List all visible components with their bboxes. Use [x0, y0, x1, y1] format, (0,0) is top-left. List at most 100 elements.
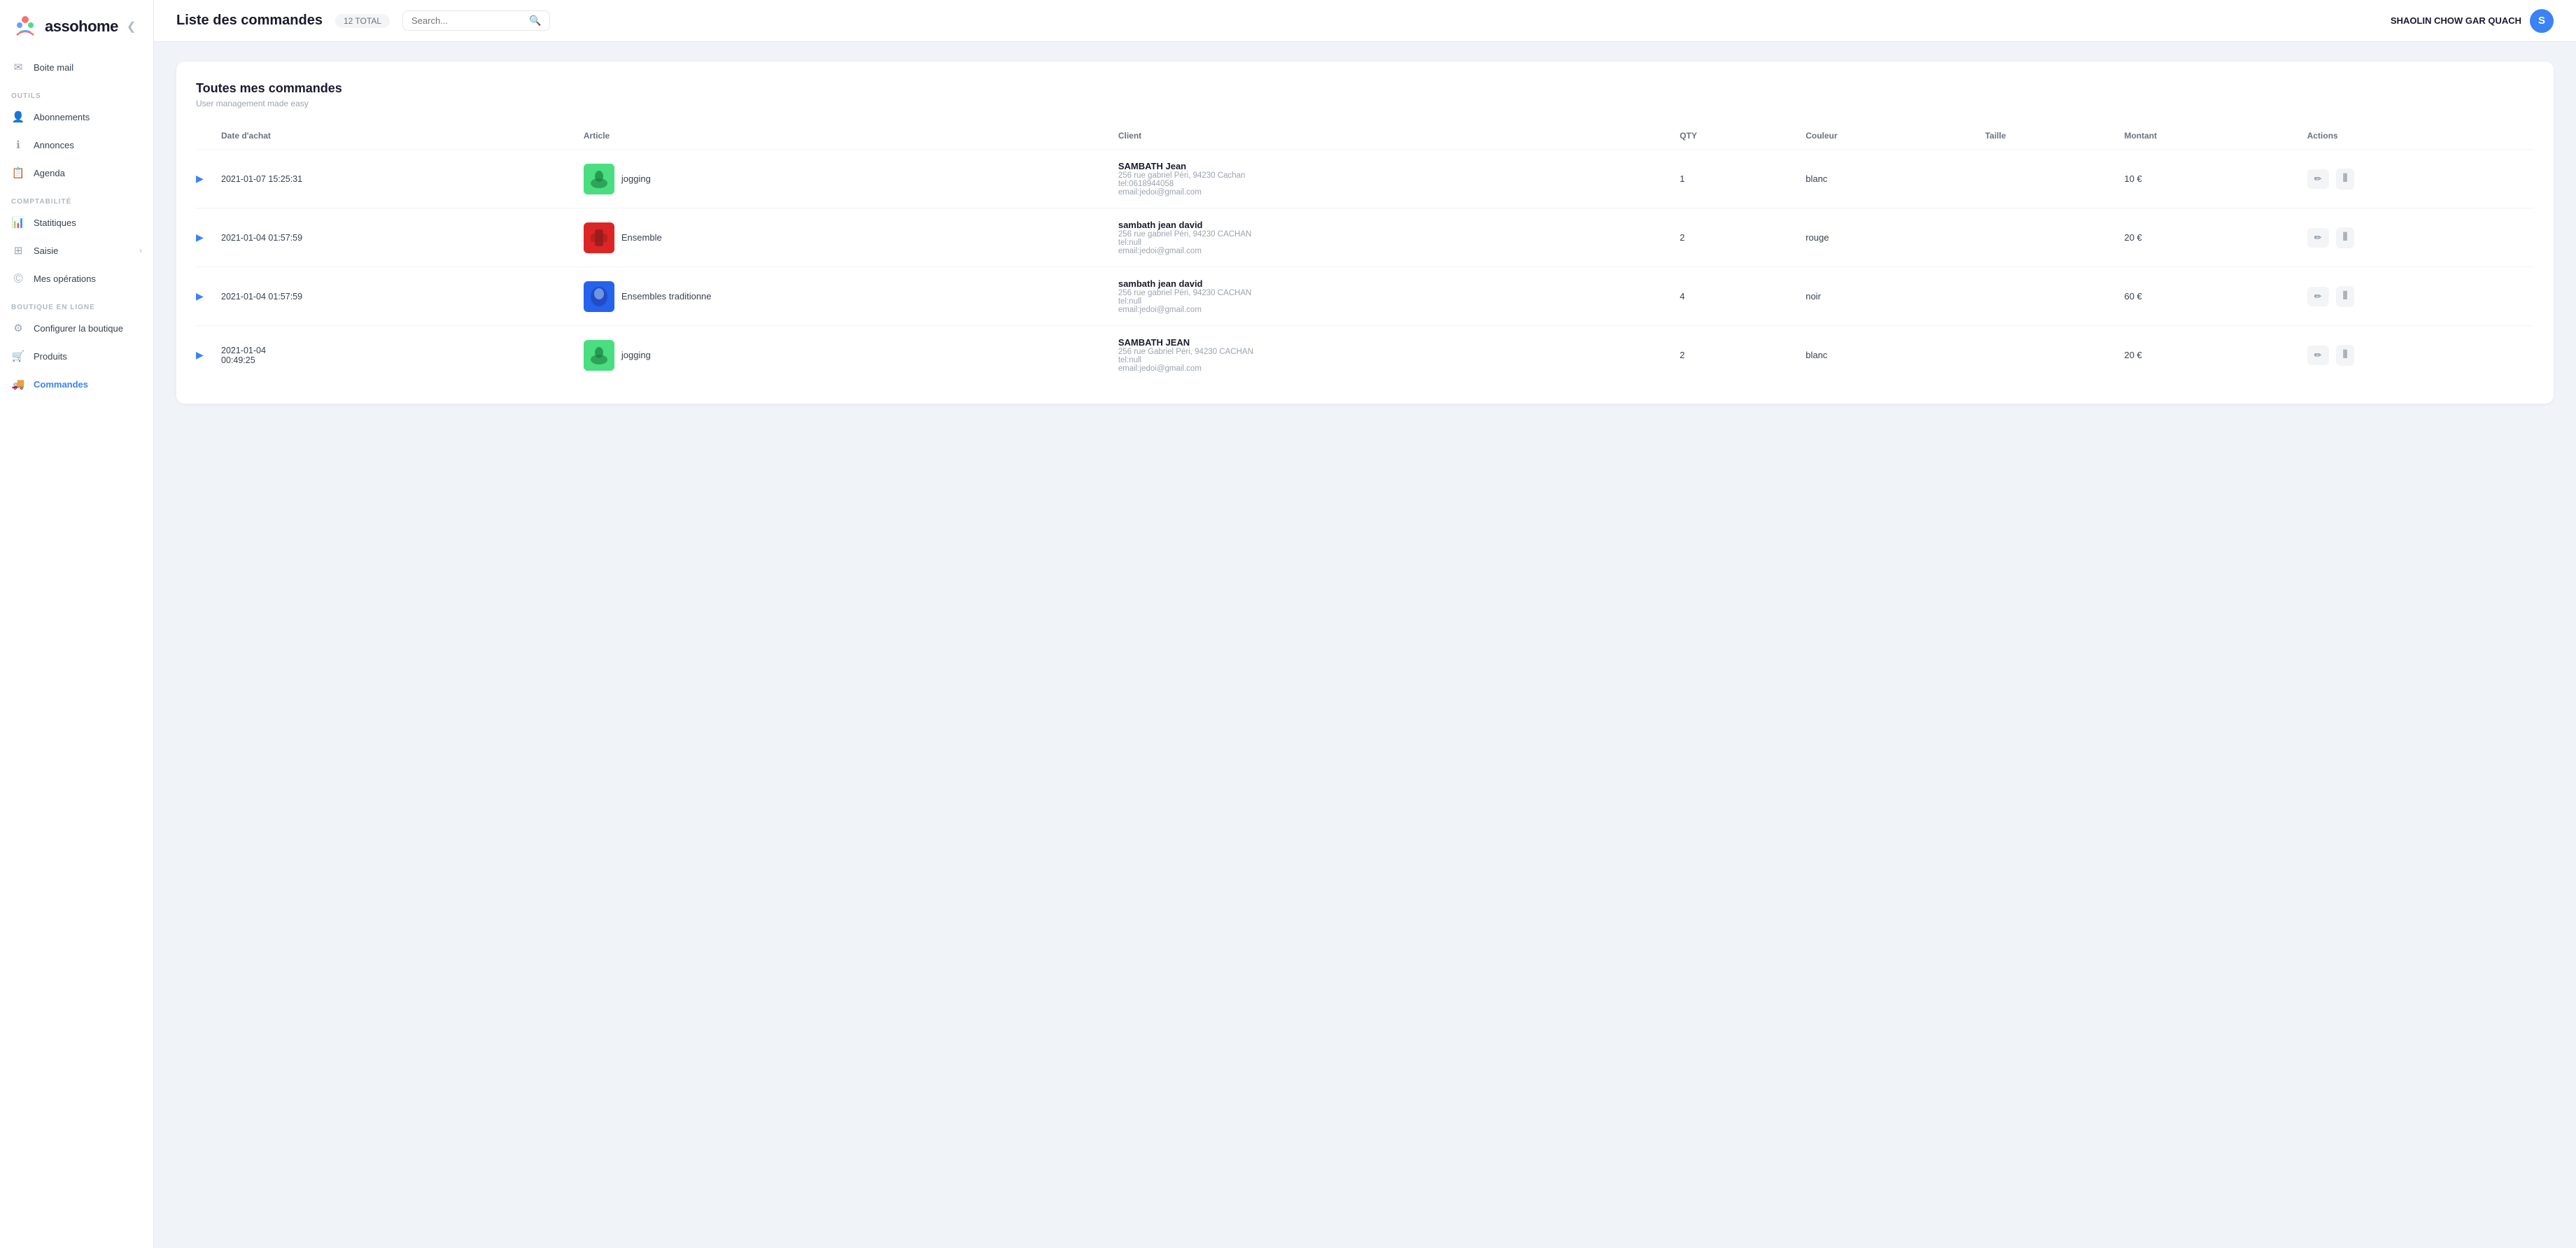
circle-icon: © [11, 271, 25, 285]
search-box[interactable]: 🔍 [402, 10, 550, 31]
truck-icon: 🚚 [11, 377, 25, 391]
main-area: Liste des commandes 12 TOTAL 🔍 SHAOLIN C… [154, 0, 2576, 1248]
section-label-outils: OUTILS [0, 81, 153, 103]
edit-button[interactable]: ✏ [2307, 228, 2329, 248]
client-cell: sambath jean david 256 rue gabriel Péri,… [1110, 267, 1671, 326]
cart-icon: 🛒 [11, 349, 25, 363]
client-email: email:jedoi@gmail.com [1118, 188, 1663, 197]
sidebar-item-mes-operations[interactable]: © Mes opérations [0, 264, 153, 292]
topbar-right: SHAOLIN CHOW GAR QUACH S [2391, 9, 2554, 33]
col-montant: Montant [2116, 125, 2298, 150]
col-qty: QTY [1671, 125, 1797, 150]
size-cell [1977, 326, 2116, 385]
sidebar: assohome ❮ ✉ Boite mail OUTILS 👤 Abonnem… [0, 0, 154, 1248]
edit-button[interactable]: ✏ [2307, 287, 2329, 306]
main-card: Toutes mes commandes User management mad… [176, 62, 2554, 404]
barcode-button[interactable]: ⦀ [2336, 286, 2354, 307]
client-address: 256 rue Gabriel Péri, 94230 CACHAN [1118, 348, 1663, 356]
sidebar-item-label: Configurer la boutique [34, 323, 123, 334]
actions-cell: ✏ ⦀ [2299, 208, 2534, 267]
color-cell: blanc [1797, 326, 1976, 385]
article-cell: jogging [575, 326, 1110, 385]
barcode-icon: ⦀ [2343, 173, 2347, 185]
barcode-button[interactable]: ⦀ [2336, 169, 2354, 190]
client-cell: sambath jean david 256 rue gabriel Péri,… [1110, 208, 1671, 267]
client-address: 256 rue gabriel Péri, 94230 Cachan [1118, 171, 1663, 180]
mail-icon: ✉ [11, 60, 25, 74]
client-email: email:jedoi@gmail.com [1118, 364, 1663, 373]
date-cell: 2021-01-0400:49:25 [213, 326, 575, 385]
sidebar-item-label: Saisie [34, 246, 58, 256]
col-taille: Taille [1977, 125, 2116, 150]
client-name: SAMBATH JEAN [1118, 337, 1663, 348]
col-date: Date d'achat [213, 125, 575, 150]
actions-cell: ✏ ⦀ [2299, 267, 2534, 326]
client-phone: tel:null [1118, 356, 1663, 364]
color-cell: rouge [1797, 208, 1976, 267]
client-email: email:jedoi@gmail.com [1118, 306, 1663, 314]
edit-button[interactable]: ✏ [2307, 169, 2329, 189]
content-area: Toutes mes commandes User management mad… [154, 42, 2576, 1248]
col-actions: Actions [2299, 125, 2534, 150]
card-subtitle: User management made easy [196, 99, 2534, 108]
sidebar-item-abonnements[interactable]: 👤 Abonnements [0, 103, 153, 131]
date-cell: 2021-01-04 01:57:59 [213, 208, 575, 267]
expand-button[interactable]: ▶ [196, 267, 213, 326]
barcode-icon: ⦀ [2343, 232, 2347, 244]
sidebar-item-boite-mail[interactable]: ✉ Boite mail [0, 53, 153, 81]
sidebar-item-label: Commandes [34, 379, 88, 390]
client-email: email:jedoi@gmail.com [1118, 247, 1663, 255]
client-phone: tel:0618944058 [1118, 180, 1663, 188]
article-name: jogging [621, 350, 651, 360]
sidebar-item-saisie[interactable]: ⊞ Saisie › [0, 236, 153, 264]
search-icon: 🔍 [529, 15, 541, 27]
amount-cell: 20 € [2116, 208, 2298, 267]
client-phone: tel:null [1118, 239, 1663, 247]
sidebar-item-label: Statitiques [34, 218, 76, 228]
table-body: ▶ 2021-01-07 15:25:31 jogging [196, 150, 2534, 385]
qty-cell: 2 [1671, 208, 1797, 267]
collapse-button[interactable]: ❮ [127, 20, 136, 34]
article-name: Ensembles traditionne [621, 291, 712, 302]
table-header: Date d'achat Article Client QTY Couleur … [196, 125, 2534, 150]
client-address: 256 rue gabriel Péri, 94230 CACHAN [1118, 230, 1663, 239]
person-icon: 👤 [11, 110, 25, 124]
sidebar-item-agenda[interactable]: 📋 Agenda [0, 159, 153, 187]
col-article: Article [575, 125, 1110, 150]
client-name: SAMBATH Jean [1118, 161, 1663, 171]
card-title: Toutes mes commandes [196, 81, 2534, 96]
article-name: Ensemble [621, 232, 662, 243]
qty-cell: 2 [1671, 326, 1797, 385]
calendar-icon: 📋 [11, 166, 25, 180]
article-cell: jogging [575, 150, 1110, 208]
sidebar-item-label: Abonnements [34, 112, 90, 122]
expand-button[interactable]: ▶ [196, 326, 213, 385]
expand-button[interactable]: ▶ [196, 208, 213, 267]
barcode-button[interactable]: ⦀ [2336, 345, 2354, 366]
expand-button[interactable]: ▶ [196, 150, 213, 208]
amount-cell: 10 € [2116, 150, 2298, 208]
search-input[interactable] [411, 15, 523, 26]
sidebar-item-statistiques[interactable]: 📊 Statitiques [0, 208, 153, 236]
actions-cell: ✏ ⦀ [2299, 150, 2534, 208]
date-cell: 2021-01-07 15:25:31 [213, 150, 575, 208]
topbar: Liste des commandes 12 TOTAL 🔍 SHAOLIN C… [154, 0, 2576, 42]
avatar[interactable]: S [2530, 9, 2554, 33]
topbar-left: Liste des commandes 12 TOTAL 🔍 [176, 10, 550, 31]
sidebar-item-configurer-boutique[interactable]: ⚙ Configurer la boutique [0, 314, 153, 342]
actions-cell: ✏ ⦀ [2299, 326, 2534, 385]
sidebar-item-produits[interactable]: 🛒 Produits [0, 342, 153, 370]
date-cell: 2021-01-04 01:57:59 [213, 267, 575, 326]
client-name: sambath jean david [1118, 278, 1663, 289]
size-cell [1977, 150, 2116, 208]
sidebar-item-annonces[interactable]: ℹ Annonces [0, 131, 153, 159]
grid-icon: ⊞ [11, 243, 25, 257]
edit-button[interactable]: ✏ [2307, 346, 2329, 365]
table-row: ▶ 2021-01-07 15:25:31 jogging [196, 150, 2534, 208]
barcode-button[interactable]: ⦀ [2336, 227, 2354, 248]
barcode-icon: ⦀ [2343, 290, 2347, 303]
sidebar-item-commandes[interactable]: 🚚 Commandes [0, 370, 153, 398]
sidebar-item-label: Agenda [34, 168, 65, 178]
user-name: SHAOLIN CHOW GAR QUACH [2391, 15, 2521, 26]
col-couleur: Couleur [1797, 125, 1976, 150]
